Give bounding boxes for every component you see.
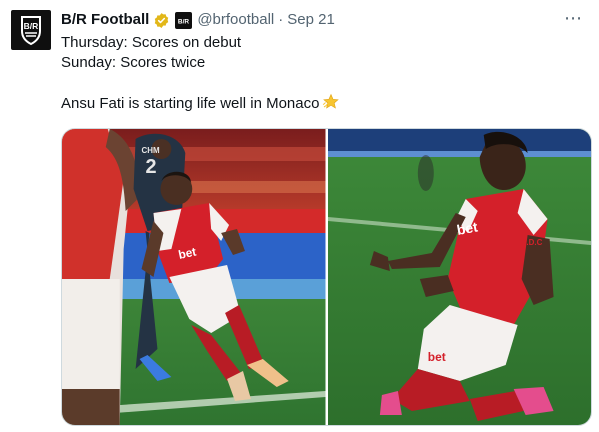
affiliate-badge[interactable]: B/R [175, 11, 193, 29]
tweet-line: Sunday: Scores twice [61, 54, 206, 71]
more-options-icon[interactable]: ⋯ [564, 9, 583, 27]
tweet-line: Thursday: Scores on debut [61, 34, 242, 51]
avatar-text: B/R [24, 21, 39, 31]
tweet-date[interactable]: Sep 21 [287, 10, 335, 30]
photo-left[interactable]: bet 2 CHM [62, 129, 326, 425]
sparkle-star-emoji-icon [323, 93, 340, 109]
affiliate-text: B/R [178, 18, 190, 25]
account-name[interactable]: B/R Football [61, 10, 149, 30]
verified-badge-icon[interactable] [153, 12, 170, 29]
photo-left-image: bet 2 CHM [62, 129, 326, 425]
tweet-header: B/R Football B/R @brfootball · Sep 21 [61, 9, 579, 31]
dot-separator: · [278, 11, 284, 28]
account-handle[interactable]: @brfootball [197, 10, 274, 30]
opponent-number: 2 [146, 156, 157, 178]
tweet-line [61, 73, 581, 93]
tweet-text: Thursday: Scores on debut Sunday: Scores… [61, 33, 581, 114]
photo-right[interactable]: bet bet R.D.C [327, 129, 591, 425]
opponent-name: CHM [142, 146, 160, 155]
br-affiliate-icon: B/R [178, 18, 190, 25]
tweet-media[interactable]: bet 2 CHM bet bet R.D.C [61, 128, 592, 426]
tweet-line-text: Ansu Fati is starting life well in Monac… [61, 95, 320, 112]
br-shield-icon: B/R [21, 16, 41, 46]
right-sleeve-text: R.D.C [520, 238, 542, 247]
photo-right-image: bet bet R.D.C [327, 129, 591, 425]
right-shorts-sponsor: bet [427, 350, 445, 364]
account-avatar[interactable]: B/R [11, 10, 51, 50]
tweet-line: Ansu Fati is starting life well in Monac… [61, 93, 581, 114]
